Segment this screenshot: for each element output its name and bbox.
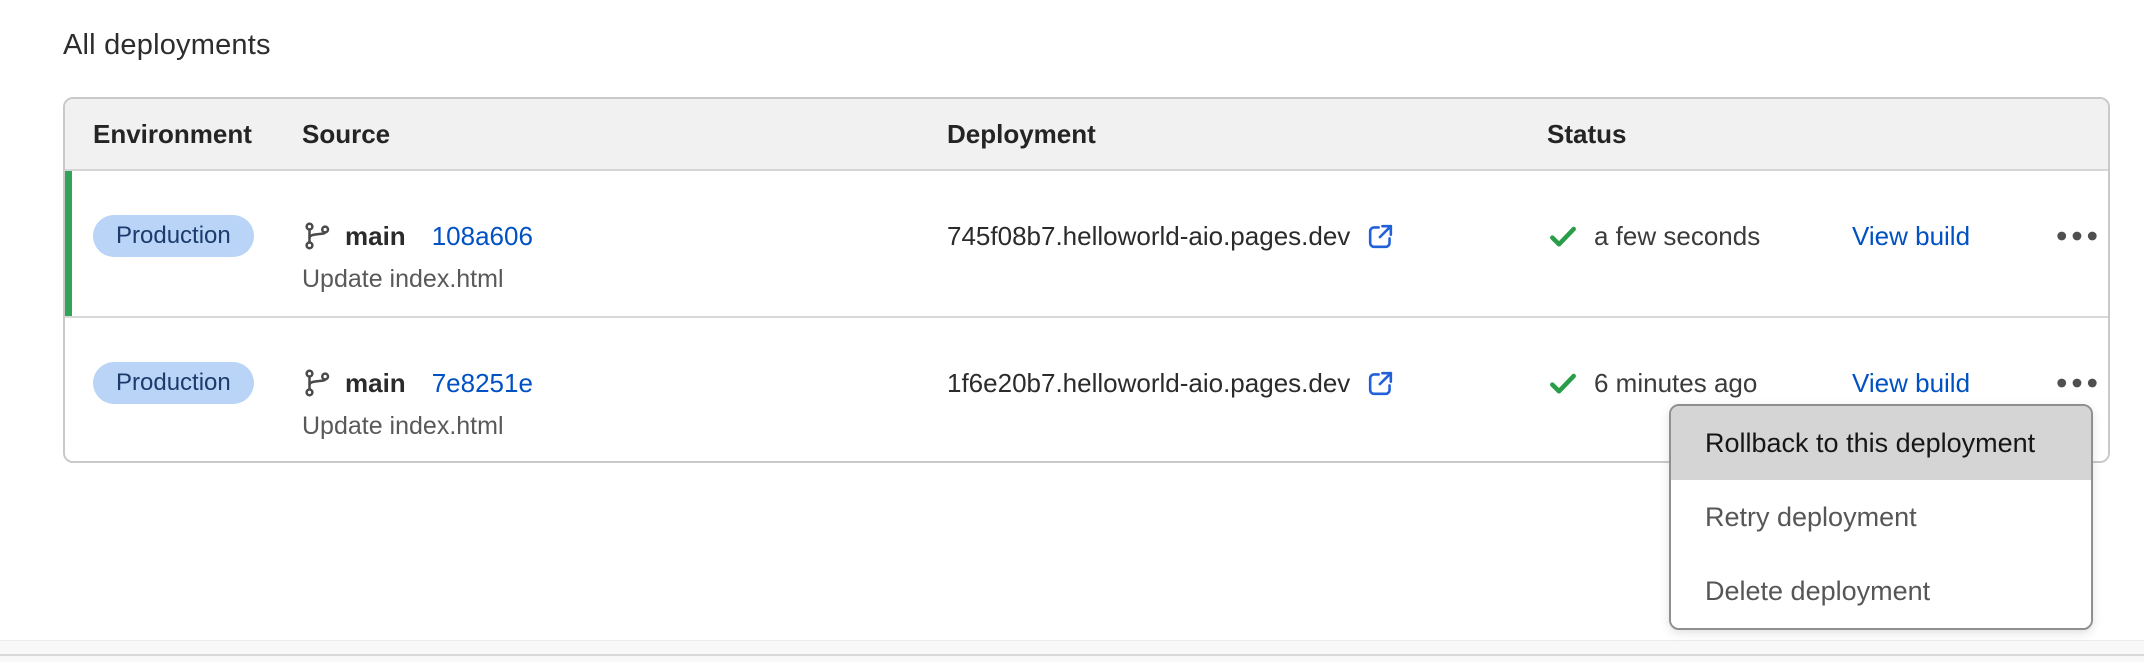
page-title: All deployments: [63, 28, 271, 62]
environment-badge: Production: [93, 215, 254, 257]
deployment-context-menu: Rollback to this deployment Retry deploy…: [1669, 404, 2093, 630]
deployments-page: All deployments Environment Source Deplo…: [0, 0, 2144, 662]
status-time: a few seconds: [1594, 221, 1760, 252]
section-divider: [0, 640, 2144, 662]
external-link-icon[interactable]: [1365, 221, 1396, 252]
commit-link[interactable]: 108a606: [432, 221, 533, 252]
table-header-row: Environment Source Deployment Status: [65, 99, 2108, 171]
check-icon: [1547, 367, 1579, 399]
menu-item-rollback[interactable]: Rollback to this deployment: [1671, 406, 2091, 480]
section-divider-line: [0, 654, 2144, 656]
deployment-url: 745f08b7.helloworld-aio.pages.dev: [947, 221, 1350, 252]
branch-name: main: [345, 221, 406, 252]
git-branch-icon: [302, 368, 332, 398]
branch-name: main: [345, 368, 406, 399]
commit-message: Update index.html: [302, 412, 947, 441]
deployment-url: 1f6e20b7.helloworld-aio.pages.dev: [947, 368, 1350, 399]
git-branch-icon: [302, 221, 332, 251]
table-row: Production main 108a606 Update index.htm…: [65, 171, 2108, 316]
commit-message: Update index.html: [302, 265, 947, 294]
view-build-link[interactable]: View build: [1852, 368, 1970, 399]
menu-item-delete[interactable]: Delete deployment: [1671, 554, 2091, 628]
environment-badge: Production: [93, 362, 254, 404]
ellipsis-icon[interactable]: [2047, 362, 2107, 404]
header-status: Status: [1547, 119, 1852, 150]
header-source: Source: [302, 119, 947, 150]
active-deployment-indicator: [65, 171, 72, 316]
check-icon: [1547, 220, 1579, 252]
status-time: 6 minutes ago: [1594, 368, 1757, 399]
commit-link[interactable]: 7e8251e: [432, 368, 533, 399]
ellipsis-icon[interactable]: [2047, 215, 2107, 257]
external-link-icon[interactable]: [1365, 368, 1396, 399]
menu-item-retry[interactable]: Retry deployment: [1671, 480, 2091, 554]
header-environment: Environment: [65, 119, 302, 150]
header-deployment: Deployment: [947, 119, 1547, 150]
view-build-link[interactable]: View build: [1852, 221, 1970, 252]
